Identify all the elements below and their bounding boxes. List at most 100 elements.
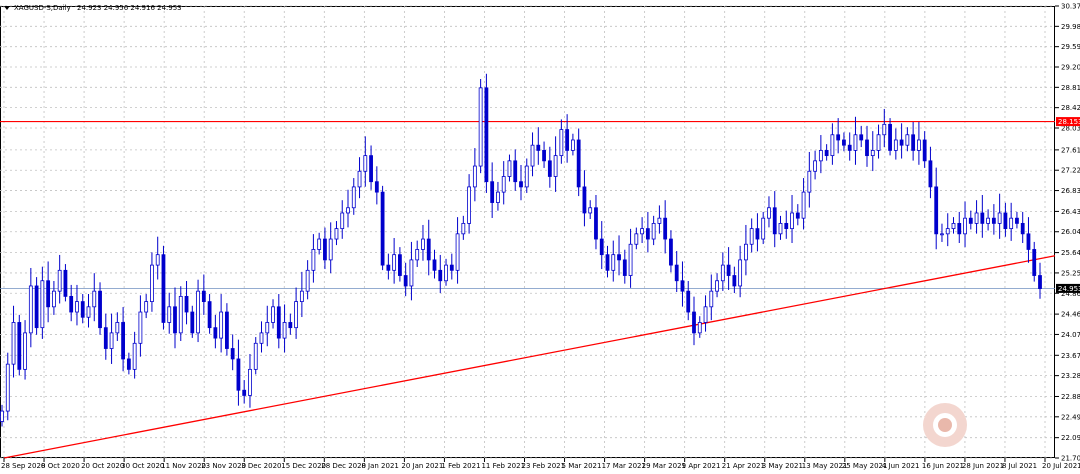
y-tick-label: 22.490 (1061, 413, 1080, 421)
x-tick-label: 4 Jun 2021 (882, 462, 920, 470)
candle-body (611, 254, 616, 271)
candle-body (438, 269, 443, 282)
x-tick-label: 29 Mar 2021 (642, 462, 686, 470)
x-tick-label: 5 Mar 2021 (562, 462, 602, 470)
candle-body (663, 217, 668, 240)
candle-body (363, 155, 368, 172)
candle-body (703, 306, 708, 323)
candle-body (461, 222, 466, 235)
candle-body (1003, 212, 1008, 230)
candle-body (294, 301, 299, 329)
candle-body (847, 144, 852, 151)
candle-body (634, 233, 639, 245)
candle-body (680, 280, 685, 292)
candle-body (507, 160, 512, 177)
candle-body (253, 342, 258, 370)
candle-body (478, 87, 483, 167)
candle-body (40, 280, 45, 329)
candle-body (588, 207, 593, 214)
candle-body (86, 306, 91, 318)
candle-body (173, 306, 177, 334)
candle-body (357, 170, 362, 188)
candle-body (271, 306, 275, 323)
candle-body (392, 254, 397, 271)
y-tick-label: 29.590 (1061, 43, 1080, 51)
candle-body (1015, 217, 1019, 224)
candle-body (242, 389, 247, 396)
candle-body (496, 191, 500, 203)
y-tick-label: 22.880 (1061, 393, 1080, 401)
candle-body (23, 332, 27, 370)
candle-body (571, 139, 575, 151)
candle-body (444, 264, 448, 282)
candle-body (599, 238, 604, 256)
candle-body (547, 160, 552, 177)
candle-body (5, 363, 10, 412)
candle-body (669, 238, 673, 266)
x-tick-label: 1 Feb 2021 (441, 462, 480, 470)
candle-body (201, 290, 206, 302)
y-tick-label: 27.220 (1061, 167, 1080, 175)
candle-body (640, 228, 644, 235)
candle-body (622, 259, 627, 276)
candle-body (818, 150, 823, 162)
candle-body (374, 181, 379, 193)
candle-body (801, 191, 806, 219)
candle-body (421, 238, 425, 250)
y-tick-label: 25.640 (1061, 249, 1080, 257)
candle-body (876, 134, 881, 151)
candle-body (997, 212, 1002, 224)
candle-body (617, 254, 621, 261)
candle-body (380, 191, 385, 266)
y-tick-label: 24.070 (1061, 331, 1080, 339)
candle-body (219, 311, 224, 339)
x-tick-label: 16 Jun 2021 (922, 462, 964, 470)
candle-body (709, 290, 714, 308)
candle-body (951, 222, 956, 230)
candle-body (138, 311, 143, 344)
x-tick-label: 9 Apr 2021 (682, 462, 721, 470)
candle-body (893, 139, 898, 151)
candle-body (155, 254, 160, 266)
candle-body (190, 311, 195, 334)
ohlc-readout: 24.923 24.956 24.916 24.953 (77, 4, 182, 12)
y-tick-label: 26.040 (1061, 228, 1080, 236)
y-tick-label: 29.200 (1061, 63, 1080, 71)
x-tick-label: 3 May 2021 (762, 462, 803, 470)
candle-body (282, 322, 287, 339)
candle-body (744, 243, 748, 261)
y-tick-label: 23.670 (1061, 352, 1080, 360)
candle-body (276, 306, 281, 339)
x-tick-label: 23 Nov 2020 (201, 462, 246, 470)
candle-body (46, 280, 51, 308)
candle-body (248, 368, 252, 396)
candle-body (865, 139, 869, 157)
candle-body (674, 264, 679, 282)
candle-body (455, 233, 460, 271)
candle-body (559, 129, 564, 157)
candle-body (11, 322, 16, 365)
candle-body (115, 322, 120, 334)
candle-body (501, 176, 506, 193)
candle-body (184, 295, 189, 313)
chart-area: 30.37029.98029.59029.20028.81028.42028.0… (0, 0, 1080, 474)
candle-body (859, 134, 864, 141)
x-tick-label: 3 Dec 2020 (241, 462, 281, 470)
header-arrow-icon (4, 6, 10, 10)
candle-body (386, 264, 391, 271)
x-tick-label: 13 May 2021 (802, 462, 848, 470)
candle-body (98, 290, 102, 329)
candle-body (536, 144, 541, 151)
x-tick-label: 11 Feb 2021 (481, 462, 525, 470)
candle-body (888, 123, 892, 151)
candle-body (265, 322, 270, 334)
candle-body (311, 249, 316, 271)
candle-body (17, 322, 22, 370)
x-tick-label: 28 Sep 2020 (1, 462, 45, 470)
candle-body (351, 186, 356, 209)
candle-body (236, 358, 241, 391)
candle-body (565, 129, 570, 151)
candle-body (963, 217, 967, 235)
candle-body (686, 290, 691, 313)
x-tick-label: 28 Dec 2020 (321, 462, 366, 470)
